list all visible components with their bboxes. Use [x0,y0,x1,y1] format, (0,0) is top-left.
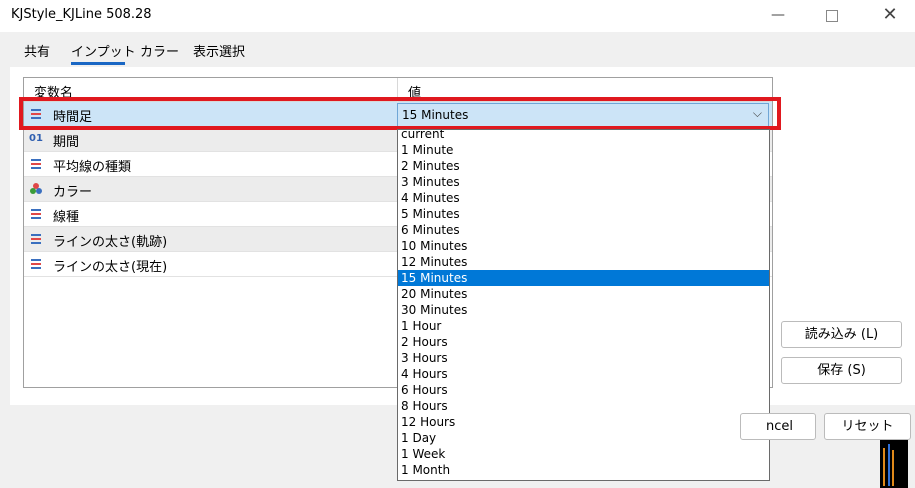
close-button[interactable]: ✕ [867,0,913,32]
cancel-button[interactable]: ncel [740,413,816,440]
param-label: ラインの太さ(現在) [53,260,168,275]
minimize-button[interactable]: — [755,0,801,32]
maximize-icon [826,10,838,22]
dropdown-option[interactable]: 12 Minutes [398,254,769,270]
list-icon [31,209,41,219]
dropdown-option[interactable]: 1 Minute [398,142,769,158]
dropdown-option[interactable]: 1 Week [398,446,769,462]
tab-visualization[interactable]: 表示選択 [193,41,245,60]
param-label: 線種 [53,210,80,225]
title-bar: KJStyle_KJLine 508.28 — ✕ [0,0,915,32]
dropdown-option[interactable]: 1 Day [398,430,769,446]
dropdown-option[interactable]: 1 Month [398,462,769,478]
dropdown-option[interactable]: 3 Hours [398,350,769,366]
dropdown-option[interactable]: 6 Minutes [398,222,769,238]
dropdown-option[interactable]: 10 Minutes [398,238,769,254]
dialog-window: KJStyle_KJLine 508.28 — ✕ 共有 インプット カラー 表… [0,0,915,488]
number-icon: 01 [29,133,43,144]
list-icon [31,234,41,244]
tab-common[interactable]: 共有 [24,41,50,60]
save-button[interactable]: 保存 (S) [781,357,902,384]
close-icon: ✕ [882,4,898,25]
dropdown-option[interactable]: 5 Minutes [398,206,769,222]
param-label: ラインの太さ(軌跡) [53,235,168,250]
window-title: KJStyle_KJLine 508.28 [11,7,152,22]
dropdown-option[interactable]: 2 Hours [398,334,769,350]
tab-bar: 共有 インプット カラー 表示選択 [0,32,915,66]
param-label: 期間 [53,135,80,150]
timeframe-options-list[interactable]: current 1 Minute 2 Minutes 3 Minutes 4 Minut… [397,129,770,481]
tab-colors[interactable]: カラー [140,41,179,60]
tab-inputs[interactable]: インプット [71,41,136,60]
palette-icon [30,183,42,194]
dropdown-option[interactable]: 6 Hours [398,382,769,398]
dropdown-option[interactable]: 2 Minutes [398,158,769,174]
param-label: カラー [53,185,93,200]
highlight-box [19,97,781,130]
dropdown-option[interactable]: 8 Hours [398,398,769,414]
background-chart-fragment [880,440,915,488]
dropdown-option[interactable]: current [398,130,769,142]
reset-button[interactable]: リセット [824,413,911,440]
dropdown-option[interactable]: 4 Minutes [398,190,769,206]
list-icon [31,159,41,169]
dropdown-option[interactable]: 3 Minutes [398,174,769,190]
dropdown-option[interactable]: 15 Minutes [398,270,769,286]
dropdown-option[interactable]: 30 Minutes [398,302,769,318]
active-tab-indicator [71,62,125,65]
param-label: 平均線の種類 [53,160,132,175]
dropdown-option[interactable]: 20 Minutes [398,286,769,302]
dropdown-option[interactable]: 1 Hour [398,318,769,334]
minimize-icon: — [771,7,785,23]
load-button[interactable]: 読み込み (L) [781,321,902,348]
maximize-button[interactable] [809,0,855,32]
dropdown-option[interactable]: 4 Hours [398,366,769,382]
dropdown-option[interactable]: 12 Hours [398,414,769,430]
list-icon [31,259,41,269]
